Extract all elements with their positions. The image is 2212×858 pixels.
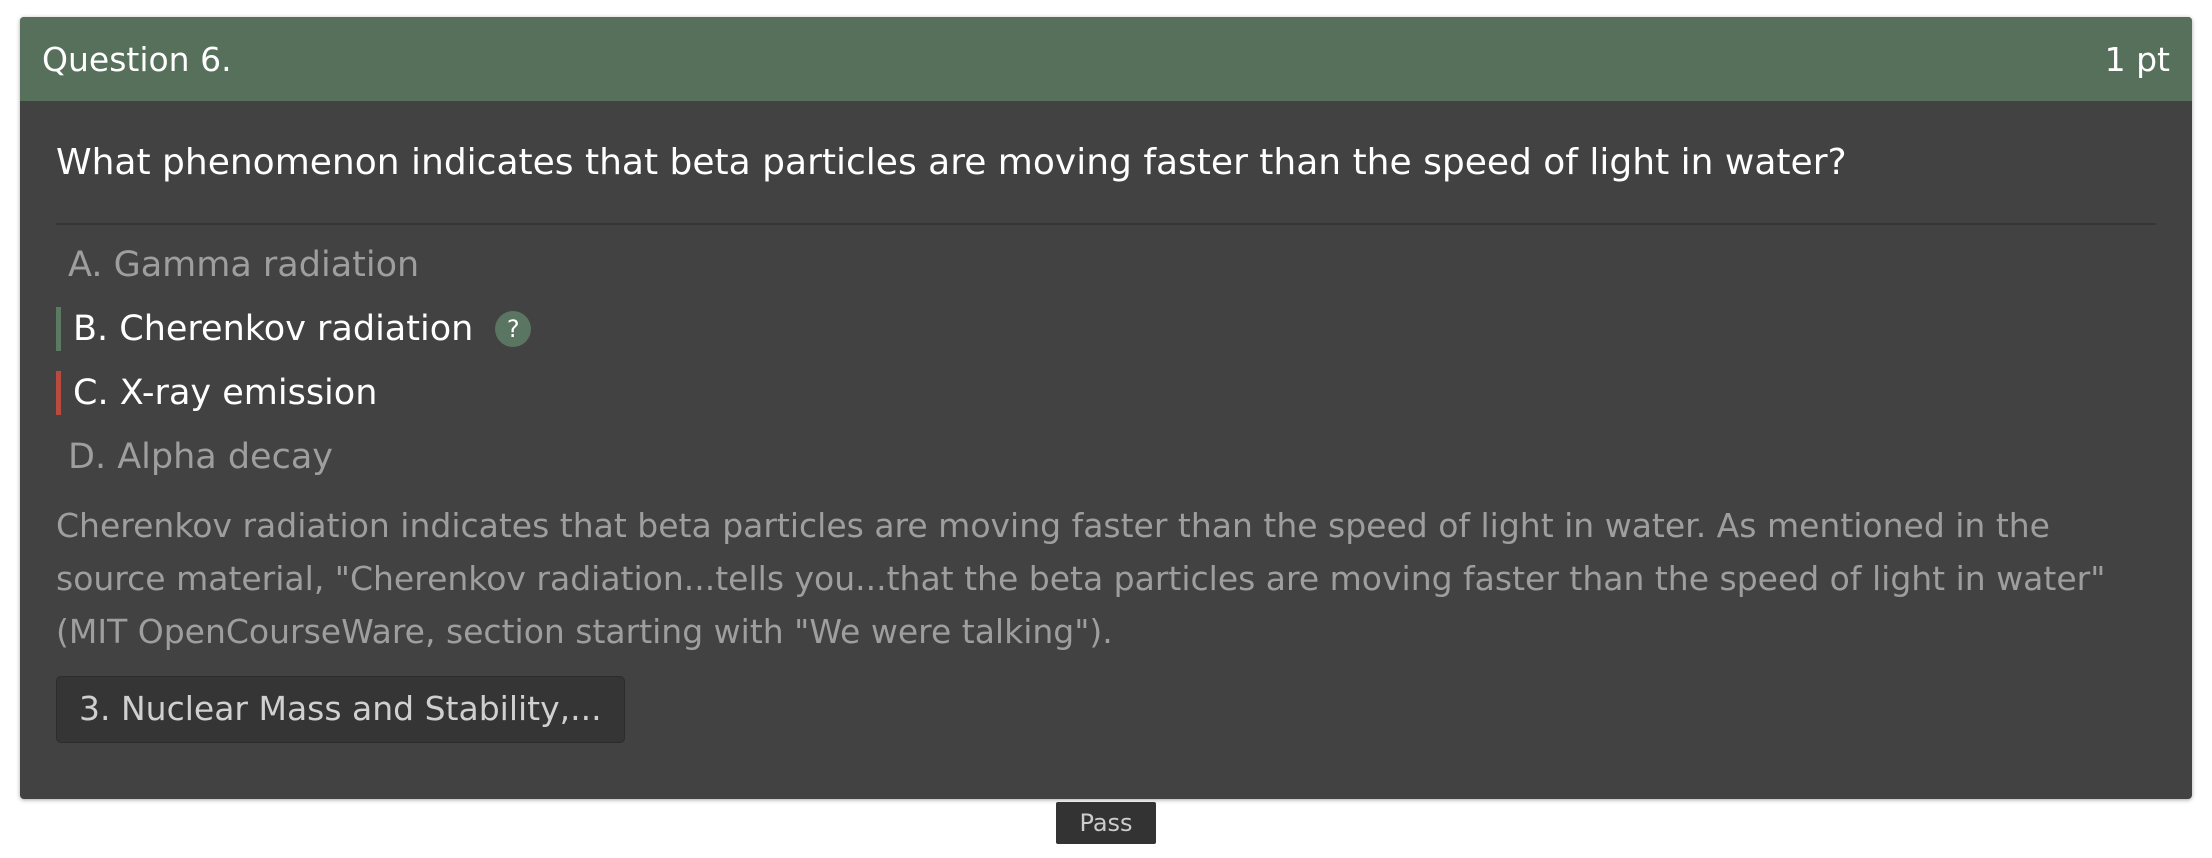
incorrect-indicator-bar — [56, 371, 61, 415]
question-points: 1 pt — [2104, 39, 2170, 79]
question-body: What phenomenon indicates that beta part… — [20, 139, 2192, 743]
answer-explanation: Cherenkov radiation indicates that beta … — [56, 506, 2106, 651]
help-badge-icon[interactable]: ? — [495, 311, 532, 347]
question-header: Question 6. 1 pt — [20, 17, 2192, 101]
option-b[interactable]: B. Cherenkov radiation ? — [56, 307, 2156, 351]
pass-button[interactable]: Pass — [1056, 802, 1156, 844]
source-reference-chip[interactable]: 3. Nuclear Mass and Stability,... — [56, 676, 625, 743]
divider — [56, 223, 2156, 225]
option-d[interactable]: D. Alpha decay — [56, 435, 2156, 479]
question-card: Question 6. 1 pt What phenomenon indicat… — [20, 17, 2192, 799]
question-text: What phenomenon indicates that beta part… — [56, 142, 1847, 183]
option-d-label: D. Alpha decay — [68, 437, 333, 477]
option-a-label: A. Gamma radiation — [68, 245, 420, 285]
option-c-label: C. X-ray emission — [73, 373, 378, 413]
correct-indicator-bar — [56, 307, 61, 351]
question-number: Question 6. — [42, 39, 232, 79]
option-a[interactable]: A. Gamma radiation — [56, 243, 2156, 287]
option-c[interactable]: C. X-ray emission — [56, 371, 2156, 415]
option-b-label: B. Cherenkov radiation — [73, 309, 474, 349]
